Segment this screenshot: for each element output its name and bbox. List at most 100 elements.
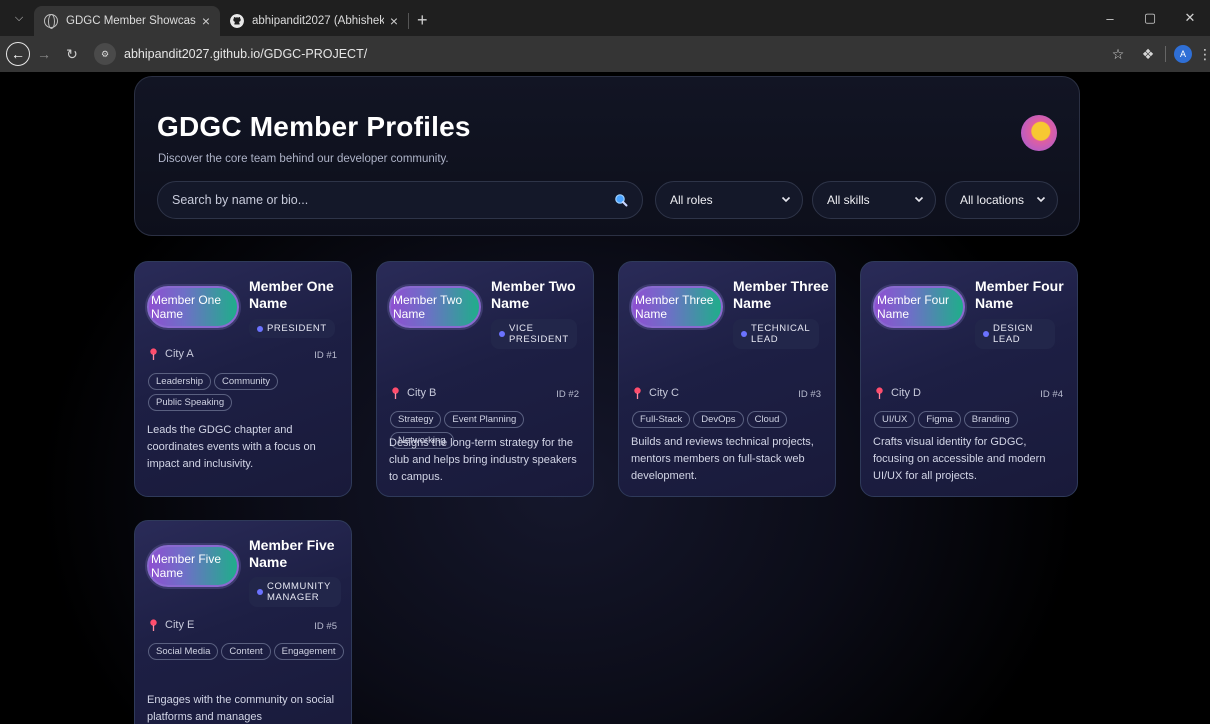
member-id: ID #2 [556,389,579,400]
member-bio: Leads the GDGC chapter and coordinates e… [147,424,316,470]
member-id: ID #1 [314,350,337,361]
member-card[interactable]: Member Three Name Member Three Name TECH… [618,261,836,497]
role-badge: COMMUNITY MANAGER [249,577,341,607]
skill-filter-select[interactable]: All skills [812,181,936,219]
avatar: Member One Name [147,286,239,328]
member-name: Member Three Name [733,278,829,311]
role-badge: TECHNICAL LEAD [733,319,819,349]
skill-tag[interactable]: Branding [963,411,1018,428]
url-text: abhipandit2027.github.io/GDGC-PROJECT/ [124,47,368,61]
skill-tag[interactable]: Public Speaking [148,394,233,411]
member-id: ID #4 [1040,389,1063,400]
tab-close-icon[interactable]: × [202,13,210,29]
avatar: Member Four Name [873,286,965,328]
skill-tags: Leadership Community Public Speaking [148,373,344,411]
skill-tag[interactable]: Engagement [273,643,344,660]
member-location: City C [633,387,679,399]
tab-title: GDGC Member Showcase [66,15,196,27]
extensions-icon[interactable]: ❖ [1133,46,1163,63]
member-bio: Engages with the community on social pla… [147,694,335,723]
role-filter-value: All roles [670,193,713,207]
map-pin-icon [634,387,641,399]
skill-filter-value: All skills [827,193,870,207]
skill-tag[interactable]: Content [221,643,271,660]
restore-button[interactable]: ▢ [1130,10,1170,26]
close-window-button[interactable]: ✕ [1170,10,1210,26]
skill-tag[interactable]: UI/UX [874,411,916,428]
member-id: ID #3 [798,389,821,400]
back-button[interactable]: ← [6,42,30,66]
reload-button[interactable]: ↻ [58,40,86,68]
browser-toolbar: ← → ↻ ⚙ abhipandit2027.github.io/GDGC-PR… [0,36,1210,72]
tab-title: abhipandit2027 (Abhishek Tiwa [252,15,384,27]
map-pin-icon [392,387,399,399]
chevron-down-icon [914,196,924,203]
page-viewport: GDGC Member Profiles Discover the core t… [0,72,1210,724]
window-controls: – ▢ ✕ [1090,0,1210,36]
member-bio: Designs the long-term strategy for the c… [389,437,577,483]
minimize-button[interactable]: – [1090,11,1130,26]
browser-tab-active[interactable]: GDGC Member Showcase × [34,6,220,36]
skill-tag[interactable]: Cloud [746,411,788,428]
map-pin-icon [876,387,883,399]
browser-tab-github[interactable]: abhipandit2027 (Abhishek Tiwa × [220,6,408,36]
skill-tag[interactable]: Event Planning [444,411,525,428]
member-location: City B [391,387,436,399]
member-card[interactable]: Member One Name Member One Name PRESIDEN… [134,261,352,497]
browser-menu-icon[interactable]: ⋮ [1198,46,1210,63]
tab-close-icon[interactable]: × [390,13,398,29]
member-card[interactable]: Member Five Name Member Five Name COMMUN… [134,520,352,724]
skill-tags: UI/UX Figma Branding [874,411,1070,428]
search-input[interactable] [158,182,578,218]
browser-tab-bar: ⌵ GDGC Member Showcase × abhipandit2027 … [0,0,1210,36]
page-subtitle: Discover the core team behind our develo… [158,153,449,165]
map-pin-icon [150,348,157,360]
theme-toggle-button[interactable] [1021,115,1057,151]
member-bio: Builds and reviews technical projects, m… [631,436,814,482]
tab-divider [408,13,409,29]
member-name: Member One Name [249,278,334,311]
forward-button[interactable]: → [30,40,58,68]
chevron-down-icon [1036,196,1046,203]
skill-tag[interactable]: DevOps [693,411,744,428]
bookmark-star-icon[interactable]: ☆ [1103,46,1133,63]
toolbar-actions: ☆ ❖ A ⋮ [1103,36,1210,72]
tab-search-chevron-icon[interactable]: ⌵ [6,5,32,31]
skill-tag[interactable]: Leadership [148,373,212,390]
skill-tag[interactable]: Community [214,373,279,390]
skill-tag[interactable]: Strategy [390,411,442,428]
address-bar[interactable]: ⚙ abhipandit2027.github.io/GDGC-PROJECT/ [94,40,1144,68]
toolbar-divider [1165,46,1166,62]
member-name: Member Two Name [491,278,576,311]
github-icon [230,14,244,28]
member-card[interactable]: Member Four Name Member Four Name DESIGN… [860,261,1078,497]
avatar: Member Five Name [147,545,239,587]
skill-tags: Full-Stack DevOps Cloud [632,411,828,428]
location-filter-select[interactable]: All locations [945,181,1058,219]
member-name: Member Four Name [975,278,1064,311]
site-info-icon[interactable]: ⚙ [94,43,116,65]
search-icon[interactable] [614,193,628,207]
profiles-header: GDGC Member Profiles Discover the core t… [134,76,1080,236]
chevron-down-icon [781,196,791,203]
skill-tag[interactable]: Figma [918,411,961,428]
role-badge: PRESIDENT [249,319,335,338]
skill-tag[interactable]: Social Media [148,643,219,660]
member-name: Member Five Name [249,537,335,570]
member-location: City A [149,348,194,360]
avatar: Member Three Name [631,286,723,328]
avatar: Member Two Name [389,286,481,328]
skill-tag[interactable]: Full-Stack [632,411,691,428]
profile-avatar[interactable]: A [1174,45,1192,63]
role-filter-select[interactable]: All roles [655,181,803,219]
member-location: City D [875,387,921,399]
new-tab-button[interactable]: + [417,10,428,31]
member-id: ID #5 [314,621,337,632]
search-box [157,181,643,219]
member-bio: Crafts visual identity for GDGC, focusin… [873,436,1046,482]
globe-icon [44,14,58,29]
role-badge: DESIGN LEAD [975,319,1055,349]
member-card[interactable]: Member Two Name Member Two Name VICE PRE… [376,261,594,497]
location-filter-value: All locations [960,193,1025,207]
skill-tags: Social Media Content Engagement [148,643,344,660]
